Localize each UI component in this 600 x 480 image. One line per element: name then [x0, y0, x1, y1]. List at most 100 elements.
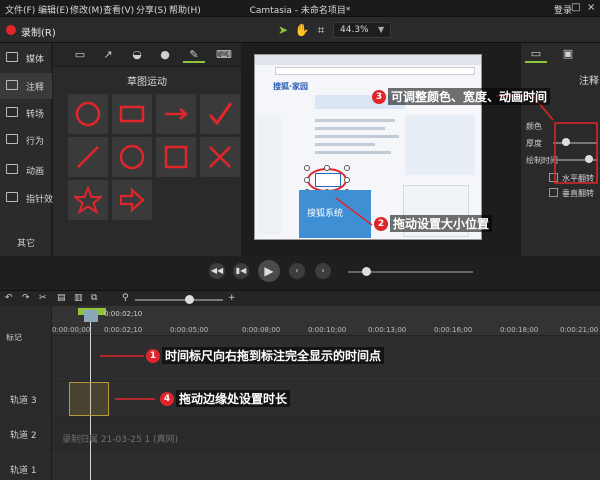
cut-icon[interactable]: ✂	[39, 293, 47, 303]
menu-file[interactable]: 文件(F)	[5, 3, 35, 16]
sketch-rectangle-tile[interactable]	[112, 94, 152, 134]
timeline-zoom-handle[interactable]	[185, 295, 194, 304]
callout-tab-icon[interactable]: ▭	[69, 47, 91, 63]
tools-sidebar: 媒体 注释 转场 行为 动画 指针效果 其它	[0, 43, 62, 256]
menu-share[interactable]: 分享(S)	[136, 3, 167, 16]
track-label-2: 轨道 2	[10, 431, 37, 441]
timeline-toolbar: ↶ ↷ ✂ ▤ ▥ ⧉ ⚲ +	[0, 290, 600, 306]
resize-handle[interactable]	[304, 165, 310, 171]
blur-tab-icon[interactable]: ●	[154, 47, 176, 63]
menu-modify[interactable]: 修改(M)	[70, 3, 103, 16]
ruler-tick: 0:00:10;00	[308, 326, 347, 334]
properties-panel: ▭ ▣ 注释 颜色 厚度 绘制时间 水平翻转 垂直翻转	[520, 43, 600, 256]
resize-handle[interactable]	[344, 165, 350, 171]
marker-label: 标记	[6, 333, 22, 342]
nav-more[interactable]: 其它	[0, 236, 52, 249]
sketch-arrow-tile[interactable]	[156, 94, 196, 134]
callout-2: 拖动设置大小位置	[390, 215, 493, 232]
track-label-3: 轨道 3	[10, 396, 37, 406]
color-label: 颜色	[526, 122, 542, 131]
browser-tabbar	[255, 55, 481, 65]
zoom-in-icon[interactable]: +	[228, 293, 236, 303]
track-row-1[interactable]	[52, 451, 600, 480]
text-line	[315, 143, 375, 146]
thickness-slider[interactable]	[553, 142, 598, 144]
nav-behaviors[interactable]: 行为	[0, 127, 52, 153]
sketch-block-arrow-tile[interactable]	[112, 180, 152, 220]
annotation-clip[interactable]	[69, 382, 109, 416]
pan-tool-icon[interactable]: ✋	[293, 21, 311, 39]
sketch-cross-tile[interactable]	[200, 137, 240, 177]
nav-label: 动画	[26, 167, 45, 177]
nav-transitions[interactable]: 转场	[0, 100, 52, 126]
resize-handle[interactable]	[344, 177, 350, 183]
split-icon[interactable]: ⧉	[91, 293, 97, 303]
callout-3: 可调整颜色、宽度、动画时间	[388, 88, 551, 105]
transition-icon	[6, 107, 18, 117]
undo-icon[interactable]: ↶	[5, 293, 13, 303]
highlight-tab-icon[interactable]: ◒	[126, 47, 148, 63]
callout-badge-4: 4	[160, 392, 174, 406]
sketch-motion-tab-icon[interactable]: ✎	[183, 47, 205, 63]
nav-cursor-effects[interactable]: 指针效果	[0, 185, 62, 211]
browser-address-bar	[275, 67, 475, 75]
arrow-tab-icon[interactable]: ↗	[97, 47, 119, 63]
record-icon[interactable]	[6, 25, 16, 35]
cross-icon	[209, 146, 231, 168]
sketch-check-tile[interactable]	[200, 94, 240, 134]
previous-icon[interactable]: ‹	[289, 263, 305, 279]
resize-handle[interactable]	[324, 165, 330, 171]
track-row-3[interactable]	[52, 381, 600, 416]
recording-clip-label: 录制归属 21-03-25 1 (真网)	[62, 435, 179, 445]
nav-media[interactable]: 媒体	[0, 45, 52, 71]
annotation-props-tab-icon[interactable]: ▭	[525, 47, 547, 63]
redo-icon[interactable]: ↷	[22, 293, 30, 303]
site-sidebar	[257, 115, 281, 235]
visual-props-tab-icon[interactable]: ▣	[557, 47, 579, 63]
video-preview[interactable]: 搜狐·家园 搜狐系统	[254, 54, 482, 240]
play-icon[interactable]: ▶	[258, 260, 280, 282]
thickness-slider-handle[interactable]	[562, 138, 570, 146]
properties-title: 注释	[579, 76, 599, 87]
resize-handle[interactable]	[304, 177, 310, 183]
menu-view[interactable]: 查看(V)	[103, 3, 134, 16]
sketch-star-tile[interactable]	[68, 180, 108, 220]
paste-icon[interactable]: ▥	[74, 293, 83, 303]
sketch-circle-tile[interactable]	[68, 94, 108, 134]
playhead-handle[interactable]	[84, 310, 98, 322]
select-tool-icon[interactable]: ➤	[274, 21, 292, 39]
circle-icon	[119, 144, 145, 170]
zoom-out-icon[interactable]: ⚲	[122, 293, 129, 303]
nav-annotations[interactable]: 注释	[0, 73, 52, 99]
ruler-tick: 0:00:18;00	[500, 326, 539, 334]
sketch-square-tile[interactable]	[156, 137, 196, 177]
callout-badge-3: 3	[372, 90, 386, 104]
timeline-zoom-slider[interactable]	[135, 299, 223, 301]
sketch-circle2-tile[interactable]	[112, 137, 152, 177]
minimize-icon[interactable]: –	[554, 2, 559, 13]
menu-help[interactable]: 帮助(H)	[169, 3, 201, 16]
flip-horizontal-checkbox[interactable]	[549, 173, 558, 182]
maximize-icon[interactable]: □	[571, 2, 580, 13]
next-icon[interactable]: ›	[315, 263, 331, 279]
record-button[interactable]: 录制(R)	[21, 24, 56, 39]
copy-icon[interactable]: ▤	[57, 293, 66, 303]
text-line	[315, 127, 385, 130]
nav-animations[interactable]: 动画	[0, 157, 52, 183]
ruler-tick: 0:00:00;00	[52, 326, 91, 334]
scrub-handle[interactable]	[362, 267, 371, 276]
square-icon	[164, 145, 188, 169]
keystroke-tab-icon[interactable]: ⌨	[213, 47, 235, 63]
sketch-line-tile[interactable]	[68, 137, 108, 177]
flip-vertical-checkbox[interactable]	[549, 188, 558, 197]
draw-time-slider-handle[interactable]	[585, 155, 593, 163]
menu-edit[interactable]: 编辑(E)	[38, 3, 69, 16]
ruler-tick: 0:00:02;10	[104, 326, 143, 334]
main-toolbar: 录制(R) ➤ ✋ ⌗ 44.3% ▼	[0, 17, 600, 43]
time-ruler[interactable]: 0:00:02;10 0:00:00;00 0:00:02;10 0:00:05…	[52, 306, 600, 336]
close-icon[interactable]: ×	[587, 2, 595, 13]
crop-tool-icon[interactable]: ⌗	[312, 21, 330, 39]
frame-back-icon[interactable]: ▮◀	[233, 263, 249, 279]
flip-horizontal-label: 水平翻转	[562, 174, 594, 183]
step-back-icon[interactable]: ◀◀	[209, 263, 225, 279]
